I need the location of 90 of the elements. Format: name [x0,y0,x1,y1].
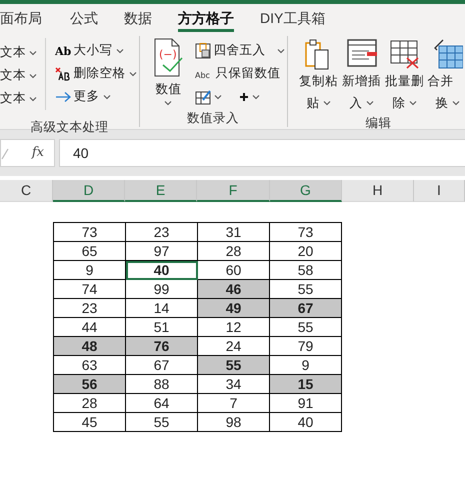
caret-icon [128,70,136,77]
caret-icon [29,50,37,56]
table-cell[interactable]: 79 [270,336,342,356]
ribbon-button[interactable]: 合并 换 [426,36,465,114]
table-cell[interactable]: 99 [126,280,198,298]
table-cell[interactable]: 98 [198,412,270,432]
ribbon-tab[interactable]: DIY工具箱 [260,9,326,32]
table-cell[interactable]: 23 [54,298,126,318]
ribbon-tab[interactable]: 公式 [70,9,98,32]
text-menu-button[interactable]: 文本 [0,87,45,110]
table-pen-icon [194,88,210,105]
caret-icon [164,100,172,106]
table-cell[interactable]: 74 [54,280,126,298]
table-cell[interactable]: 40 [126,260,198,280]
table-cell[interactable]: 28 [54,394,126,412]
caret-icon [322,100,331,106]
delete-spaces-icon [54,66,70,81]
column-header[interactable]: H [342,180,414,202]
column-header[interactable]: D [53,180,125,202]
group-label: 高级文本处理 [29,119,110,136]
column-header[interactable]: E [125,180,197,202]
ribbon-tab[interactable]: 方方格子 [178,9,234,32]
arrow-right-icon [54,90,70,104]
table-cell[interactable]: 48 [54,336,126,356]
table-cell[interactable]: 56 [54,374,126,394]
table-cell[interactable]: 76 [126,336,198,356]
ribbon-button[interactable]: 新增插 入 [340,36,382,114]
table-cell[interactable]: 58 [270,260,342,280]
table-cell[interactable]: 55 [126,412,198,432]
number-button[interactable]: (−) 数值 [148,36,190,109]
caret-icon [29,96,37,102]
table-cell[interactable]: 64 [126,394,198,412]
table-cell[interactable]: 46 [198,280,270,298]
plus-icon [238,92,248,102]
table-cell[interactable]: 20 [270,242,342,260]
caret-icon [214,94,222,100]
abc-icon: Abc [194,66,212,81]
ribbon-button[interactable]: Abc 只保留数值 [192,62,286,86]
ribbon-button[interactable]: Ab 大小写 [52,39,138,62]
table-cell[interactable]: 65 [54,242,126,260]
table-cell[interactable]: 97 [126,242,198,260]
column-header[interactable]: G [270,180,342,202]
caret-icon [102,94,110,100]
caret-icon [252,94,260,100]
caret-icon [29,72,37,79]
column-header[interactable]: F [197,180,270,202]
ribbon-tab[interactable]: 面布局 [0,9,42,32]
table-cell[interactable]: 49 [198,298,270,318]
column-header[interactable]: I [414,180,465,202]
ribbon-button[interactable]: 批量删 除 [384,36,426,114]
table-cell[interactable]: 12 [198,318,270,336]
table-cell[interactable]: 14 [126,298,198,318]
table-cell[interactable]: 31 [198,222,270,242]
text-menu-button[interactable]: 文本 [0,41,45,64]
letter-case-icon: Ab [54,44,70,58]
table-cell[interactable]: 40 [270,412,342,432]
table-cell[interactable]: 88 [126,374,198,394]
table-cell[interactable]: 28 [198,242,270,260]
table-cell[interactable]: 7 [198,394,270,412]
caret-icon [116,48,124,54]
table-cell[interactable]: 55 [198,356,270,374]
table-cell[interactable]: 91 [270,394,342,412]
formula-field[interactable]: 40 [59,139,465,167]
table-cell[interactable]: 23 [126,222,198,242]
group-label: 编辑 [364,115,392,132]
table-cell[interactable]: 15 [270,374,342,394]
table-cell[interactable]: 45 [54,412,126,432]
table-cell[interactable]: 73 [270,222,342,242]
caret-icon [408,100,417,106]
table-percent-icon [194,42,210,59]
ribbon-button[interactable]: 复制粘 贴 [298,36,340,114]
table-cell[interactable]: 55 [270,318,342,336]
table-cell[interactable]: 67 [270,298,342,318]
formula-button[interactable]: fx [0,139,55,167]
text-menu-button[interactable]: 文本 [0,64,45,88]
ribbon-button[interactable]: 四舍五入 [192,39,286,62]
table-cell[interactable]: 73 [54,222,126,242]
ribbon-tab[interactable]: 数据 [124,9,152,32]
group-label: 数值录入 [186,110,240,127]
caret-icon [452,100,460,106]
table-cell[interactable]: 9 [54,260,126,280]
table-cell[interactable]: 67 [126,356,198,374]
ribbon-button[interactable]: 删除空格 [52,62,138,86]
table-delete-icon [390,38,420,70]
table-merge-icon [432,38,462,70]
table-cell[interactable]: 34 [198,374,270,394]
insert-rows-icon [346,38,376,70]
caret-icon [276,48,284,54]
caret-icon [366,100,374,106]
ribbon-button[interactable]: 更多 [52,85,138,108]
